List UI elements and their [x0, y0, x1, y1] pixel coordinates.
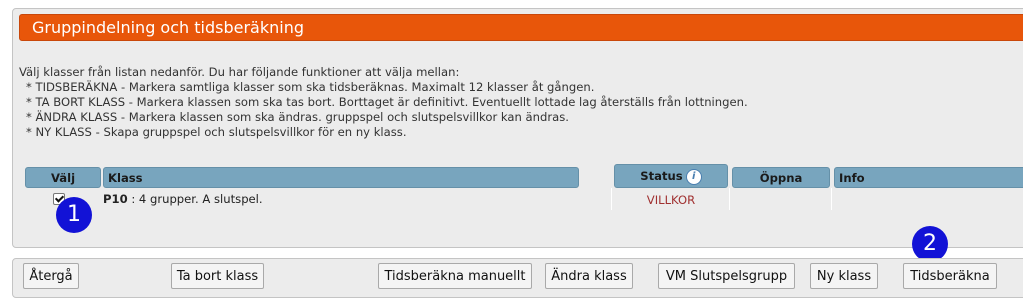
- new-class-button[interactable]: Ny klass: [810, 263, 878, 289]
- vm-playoff-group-button[interactable]: VM Slutspelsgrupp: [658, 263, 795, 289]
- annotation-badge-1: 1: [56, 197, 92, 233]
- annotation-badge-2: 2: [912, 226, 948, 262]
- column-header-select: Välj: [25, 167, 101, 188]
- instruction-item: * ÄNDRA KLASS - Markera klassen som ska …: [26, 110, 569, 124]
- column-header-status: Status i: [614, 164, 728, 188]
- instruction-item: * TIDSBERÄKNA - Markera samtliga klasser…: [26, 80, 595, 94]
- page-title: Gruppindelning och tidsberäkning: [19, 14, 1023, 41]
- instructions: Välj klasser från listan nedanför. Du ha…: [19, 65, 1019, 140]
- class-description: : 4 grupper. A slutspel.: [127, 192, 263, 206]
- column-divider: [729, 188, 730, 210]
- column-header-status-label: Status: [640, 169, 683, 183]
- back-button[interactable]: Återgå: [23, 263, 79, 289]
- class-code: P10: [103, 192, 128, 206]
- time-manual-button[interactable]: Tidsberäkna manuellt: [378, 263, 532, 289]
- column-divider: [611, 188, 612, 210]
- column-divider: [831, 188, 832, 210]
- row-status: VILLKOR: [646, 193, 696, 207]
- column-header-info: Info: [834, 167, 1023, 188]
- instruction-item: * NY KLASS - Skapa gruppspel och slutspe…: [26, 125, 407, 139]
- column-header-class: Klass: [103, 167, 579, 188]
- time-calc-button[interactable]: Tidsberäkna: [903, 263, 997, 289]
- remove-class-button[interactable]: Ta bort klass: [171, 263, 264, 289]
- column-header-open: Öppna: [732, 167, 830, 188]
- table-row-class: P10 : 4 grupper. A slutspel.: [103, 192, 263, 206]
- info-icon[interactable]: i: [685, 168, 702, 185]
- instructions-intro: Välj klasser från listan nedanför. Du ha…: [19, 65, 460, 79]
- instruction-item: * TA BORT KLASS - Markera klassen som sk…: [26, 95, 748, 109]
- change-class-button[interactable]: Ändra klass: [545, 263, 633, 289]
